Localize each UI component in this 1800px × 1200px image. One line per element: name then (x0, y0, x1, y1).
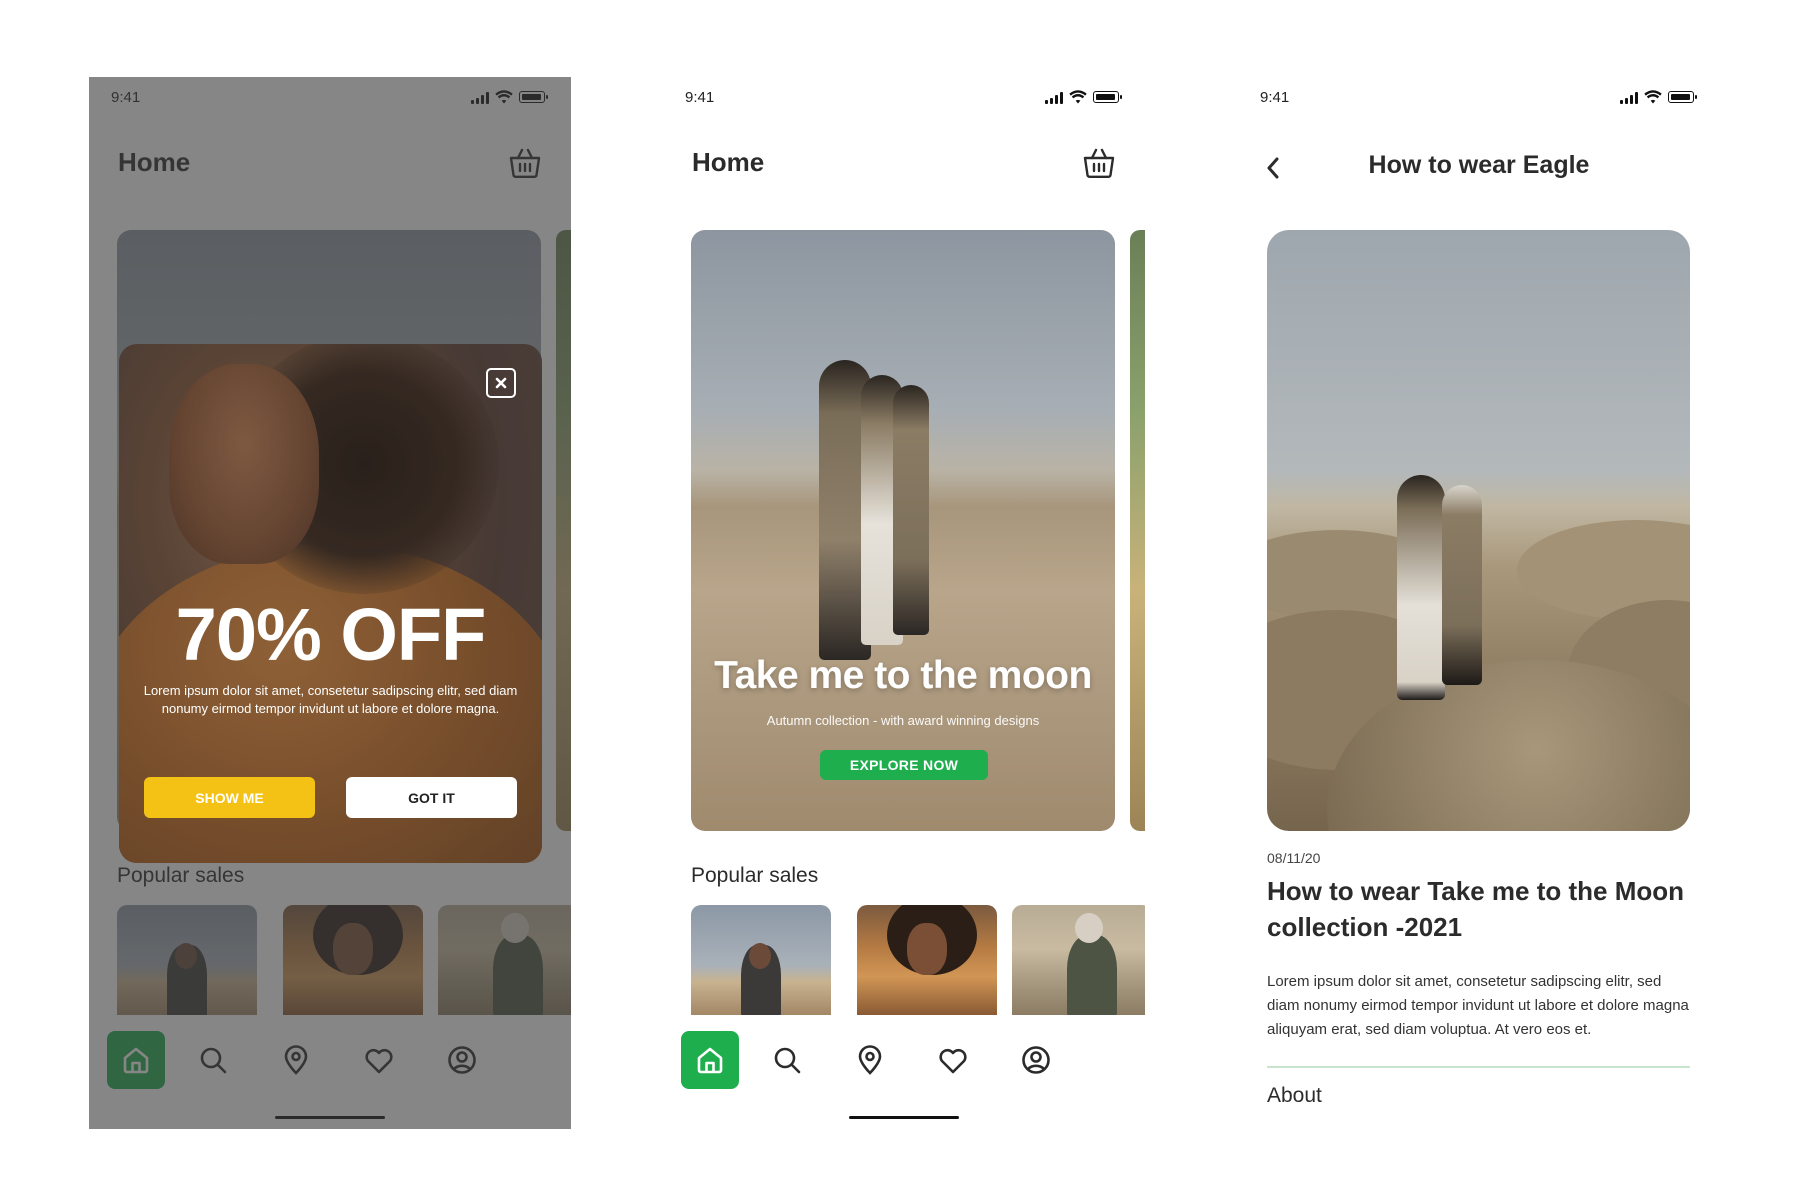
got-it-button[interactable]: GOT IT (346, 777, 517, 818)
basket-icon[interactable] (1081, 145, 1117, 181)
section-title-popular: Popular sales (691, 864, 819, 887)
cellular-signal-icon (1620, 91, 1638, 104)
status-time: 9:41 (685, 89, 715, 106)
status-time: 9:41 (1260, 89, 1290, 106)
hero-title: Take me to the moon (714, 654, 1092, 697)
battery-icon (1668, 91, 1697, 103)
status-bar: 9:41 (663, 77, 1145, 117)
article-date: 08/11/20 (1267, 850, 1321, 866)
status-bar: 9:41 (1238, 77, 1720, 117)
heart-icon (939, 1048, 967, 1074)
article-title: How to wear Take me to the Moon collecti… (1267, 876, 1685, 942)
page-title: How to wear Eagle (1368, 151, 1590, 179)
product-thumbnail[interactable] (857, 905, 997, 1015)
article-hero-image (1267, 230, 1690, 831)
show-me-button[interactable]: SHOW ME (144, 777, 315, 818)
popup-title: 70% OFF (175, 593, 487, 676)
profile-icon (1022, 1046, 1050, 1074)
home-indicator (849, 1116, 959, 1119)
page-title: Home (692, 147, 765, 177)
nav-profile[interactable] (1007, 1031, 1065, 1089)
popular-sales-list (691, 905, 1145, 1015)
nav-search[interactable] (758, 1031, 816, 1089)
close-button[interactable] (486, 368, 516, 398)
home-icon (697, 1047, 723, 1074)
close-icon (495, 377, 507, 389)
product-thumbnail[interactable] (691, 905, 831, 1015)
hero-subtitle: Autumn collection - with award winning d… (766, 713, 1040, 728)
cellular-signal-icon (1045, 91, 1063, 104)
wifi-icon (1069, 90, 1087, 104)
location-pin-icon (858, 1045, 882, 1075)
hero-figure (893, 385, 929, 635)
hero-card[interactable]: Take me to the moon Autumn collection - … (691, 230, 1115, 831)
next-hero-card[interactable] (1130, 230, 1145, 831)
wifi-icon (1644, 90, 1662, 104)
bottom-navigation (663, 1015, 1145, 1115)
nav-location[interactable] (841, 1031, 899, 1089)
home-screen: 9:41 Home Take me to the moon Autumn col… (663, 77, 1145, 1129)
divider (1267, 1066, 1690, 1068)
article-figure (1442, 485, 1482, 685)
battery-icon (1093, 91, 1122, 103)
article-detail-screen: 9:41 How to wear Eagle 08/11/20 How to w… (1238, 77, 1720, 1129)
popup-description: Lorem ipsum dolor sit amet, consetetur s… (143, 683, 518, 716)
promo-popup: 70% OFF Lorem ipsum dolor sit amet, cons… (119, 344, 542, 863)
explore-now-button[interactable]: EXPLORE NOW (820, 750, 988, 780)
article-body: Lorem ipsum dolor sit amet, consetetur s… (1267, 973, 1689, 1038)
product-thumbnail[interactable] (1012, 905, 1145, 1015)
article-figure (1397, 475, 1445, 700)
about-section-title[interactable]: About (1267, 1084, 1322, 1108)
home-screen-with-popup: 9:41 Home Popular sales (89, 77, 571, 1129)
nav-favorites[interactable] (924, 1031, 982, 1089)
search-icon (774, 1047, 801, 1074)
nav-home[interactable] (681, 1031, 739, 1089)
